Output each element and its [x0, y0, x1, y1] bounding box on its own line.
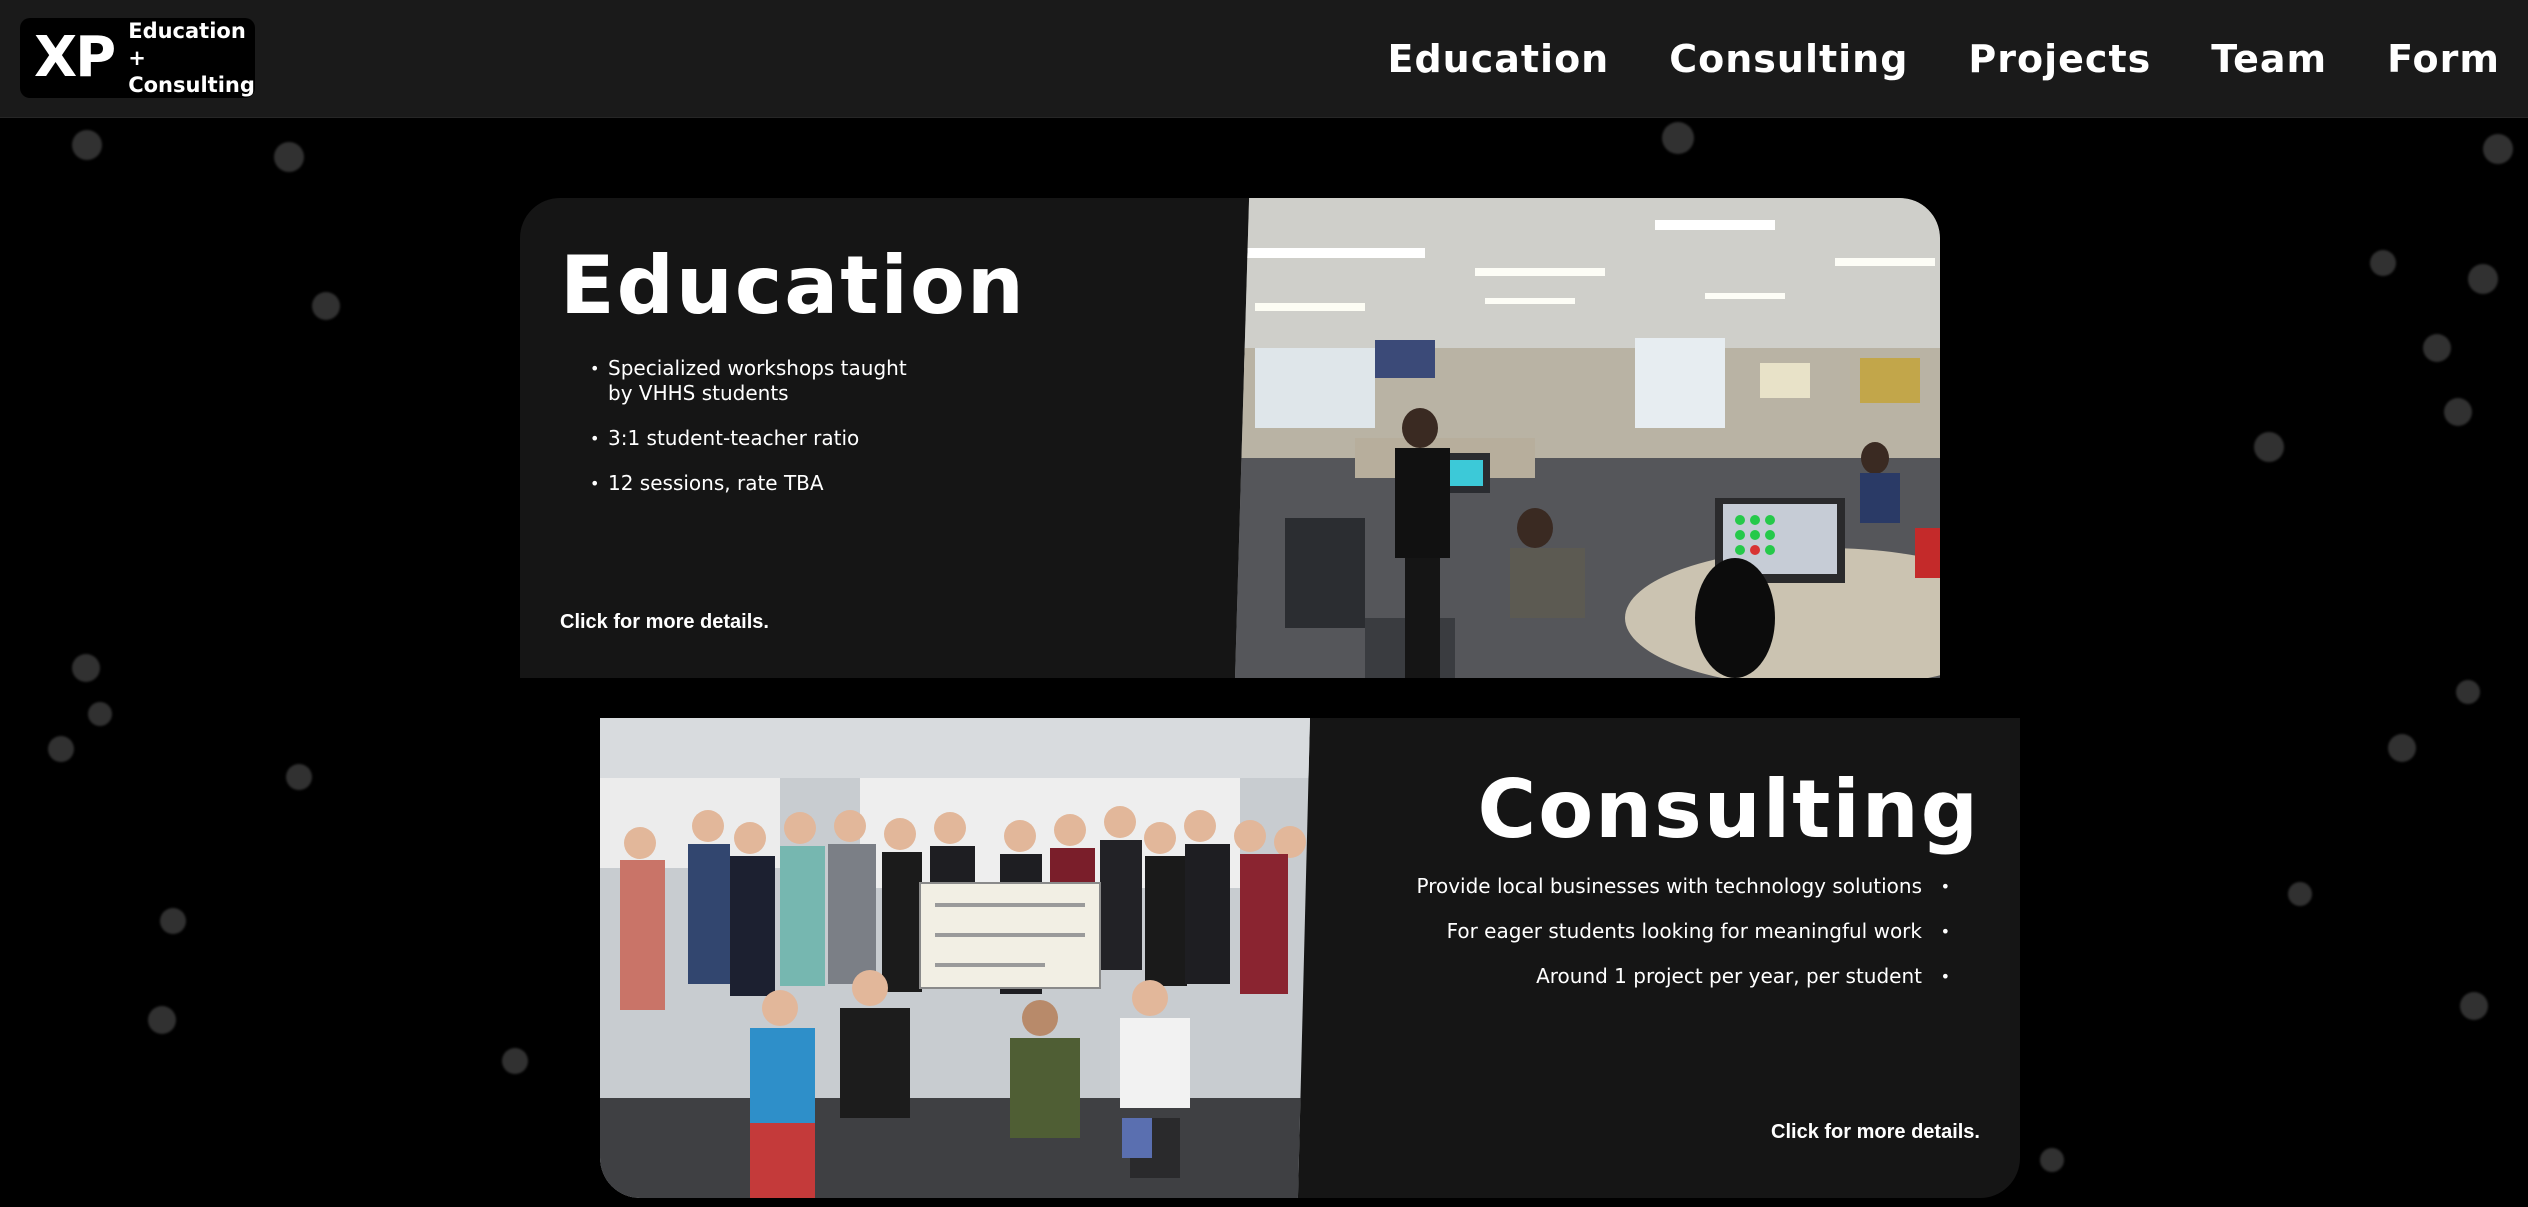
group-photo — [600, 718, 1310, 1198]
nav-education[interactable]: Education — [1388, 37, 1610, 81]
page: XP Education + Consulting Education Cons… — [0, 0, 2528, 1207]
logo-mark: XP — [34, 25, 116, 90]
logo[interactable]: XP Education + Consulting — [20, 18, 255, 98]
nav-team[interactable]: Team — [2211, 37, 2327, 81]
nav-consulting[interactable]: Consulting — [1669, 37, 1908, 81]
consulting-bullet: For eager students looking for meaningfu… — [1350, 919, 1950, 944]
education-card[interactable]: Education Specialized workshops taught b… — [520, 198, 1940, 678]
education-title: Education — [560, 239, 1026, 332]
consulting-bullets: Provide local businesses with technology… — [1350, 874, 1950, 1009]
education-bullet: Specialized workshops taught by VHHS stu… — [590, 356, 930, 406]
logo-line-1: Education + — [128, 18, 246, 70]
consulting-bullet: Around 1 project per year, per student — [1350, 964, 1950, 989]
consulting-more-link[interactable]: Click for more details. — [1771, 1121, 1980, 1144]
education-more-link[interactable]: Click for more details. — [560, 611, 769, 634]
education-bullets: Specialized workshops taught by VHHS stu… — [590, 356, 930, 516]
consulting-bullet: Provide local businesses with technology… — [1350, 874, 1950, 899]
nav-form[interactable]: Form — [2387, 37, 2500, 81]
classroom-photo — [1235, 198, 1940, 678]
education-bullet: 3:1 student-teacher ratio — [590, 426, 930, 451]
consulting-card[interactable]: Consulting Provide local businesses with… — [600, 718, 2020, 1198]
consulting-title: Consulting — [1477, 763, 1980, 856]
site-header: XP Education + Consulting Education Cons… — [0, 0, 2528, 118]
education-bullet: 12 sessions, rate TBA — [590, 471, 930, 496]
nav-projects[interactable]: Projects — [1968, 37, 2151, 81]
logo-line-2: Consulting — [128, 72, 255, 97]
logo-text: Education + Consulting — [128, 18, 255, 99]
main-nav: Education Consulting Projects Team Form — [1388, 0, 2501, 117]
